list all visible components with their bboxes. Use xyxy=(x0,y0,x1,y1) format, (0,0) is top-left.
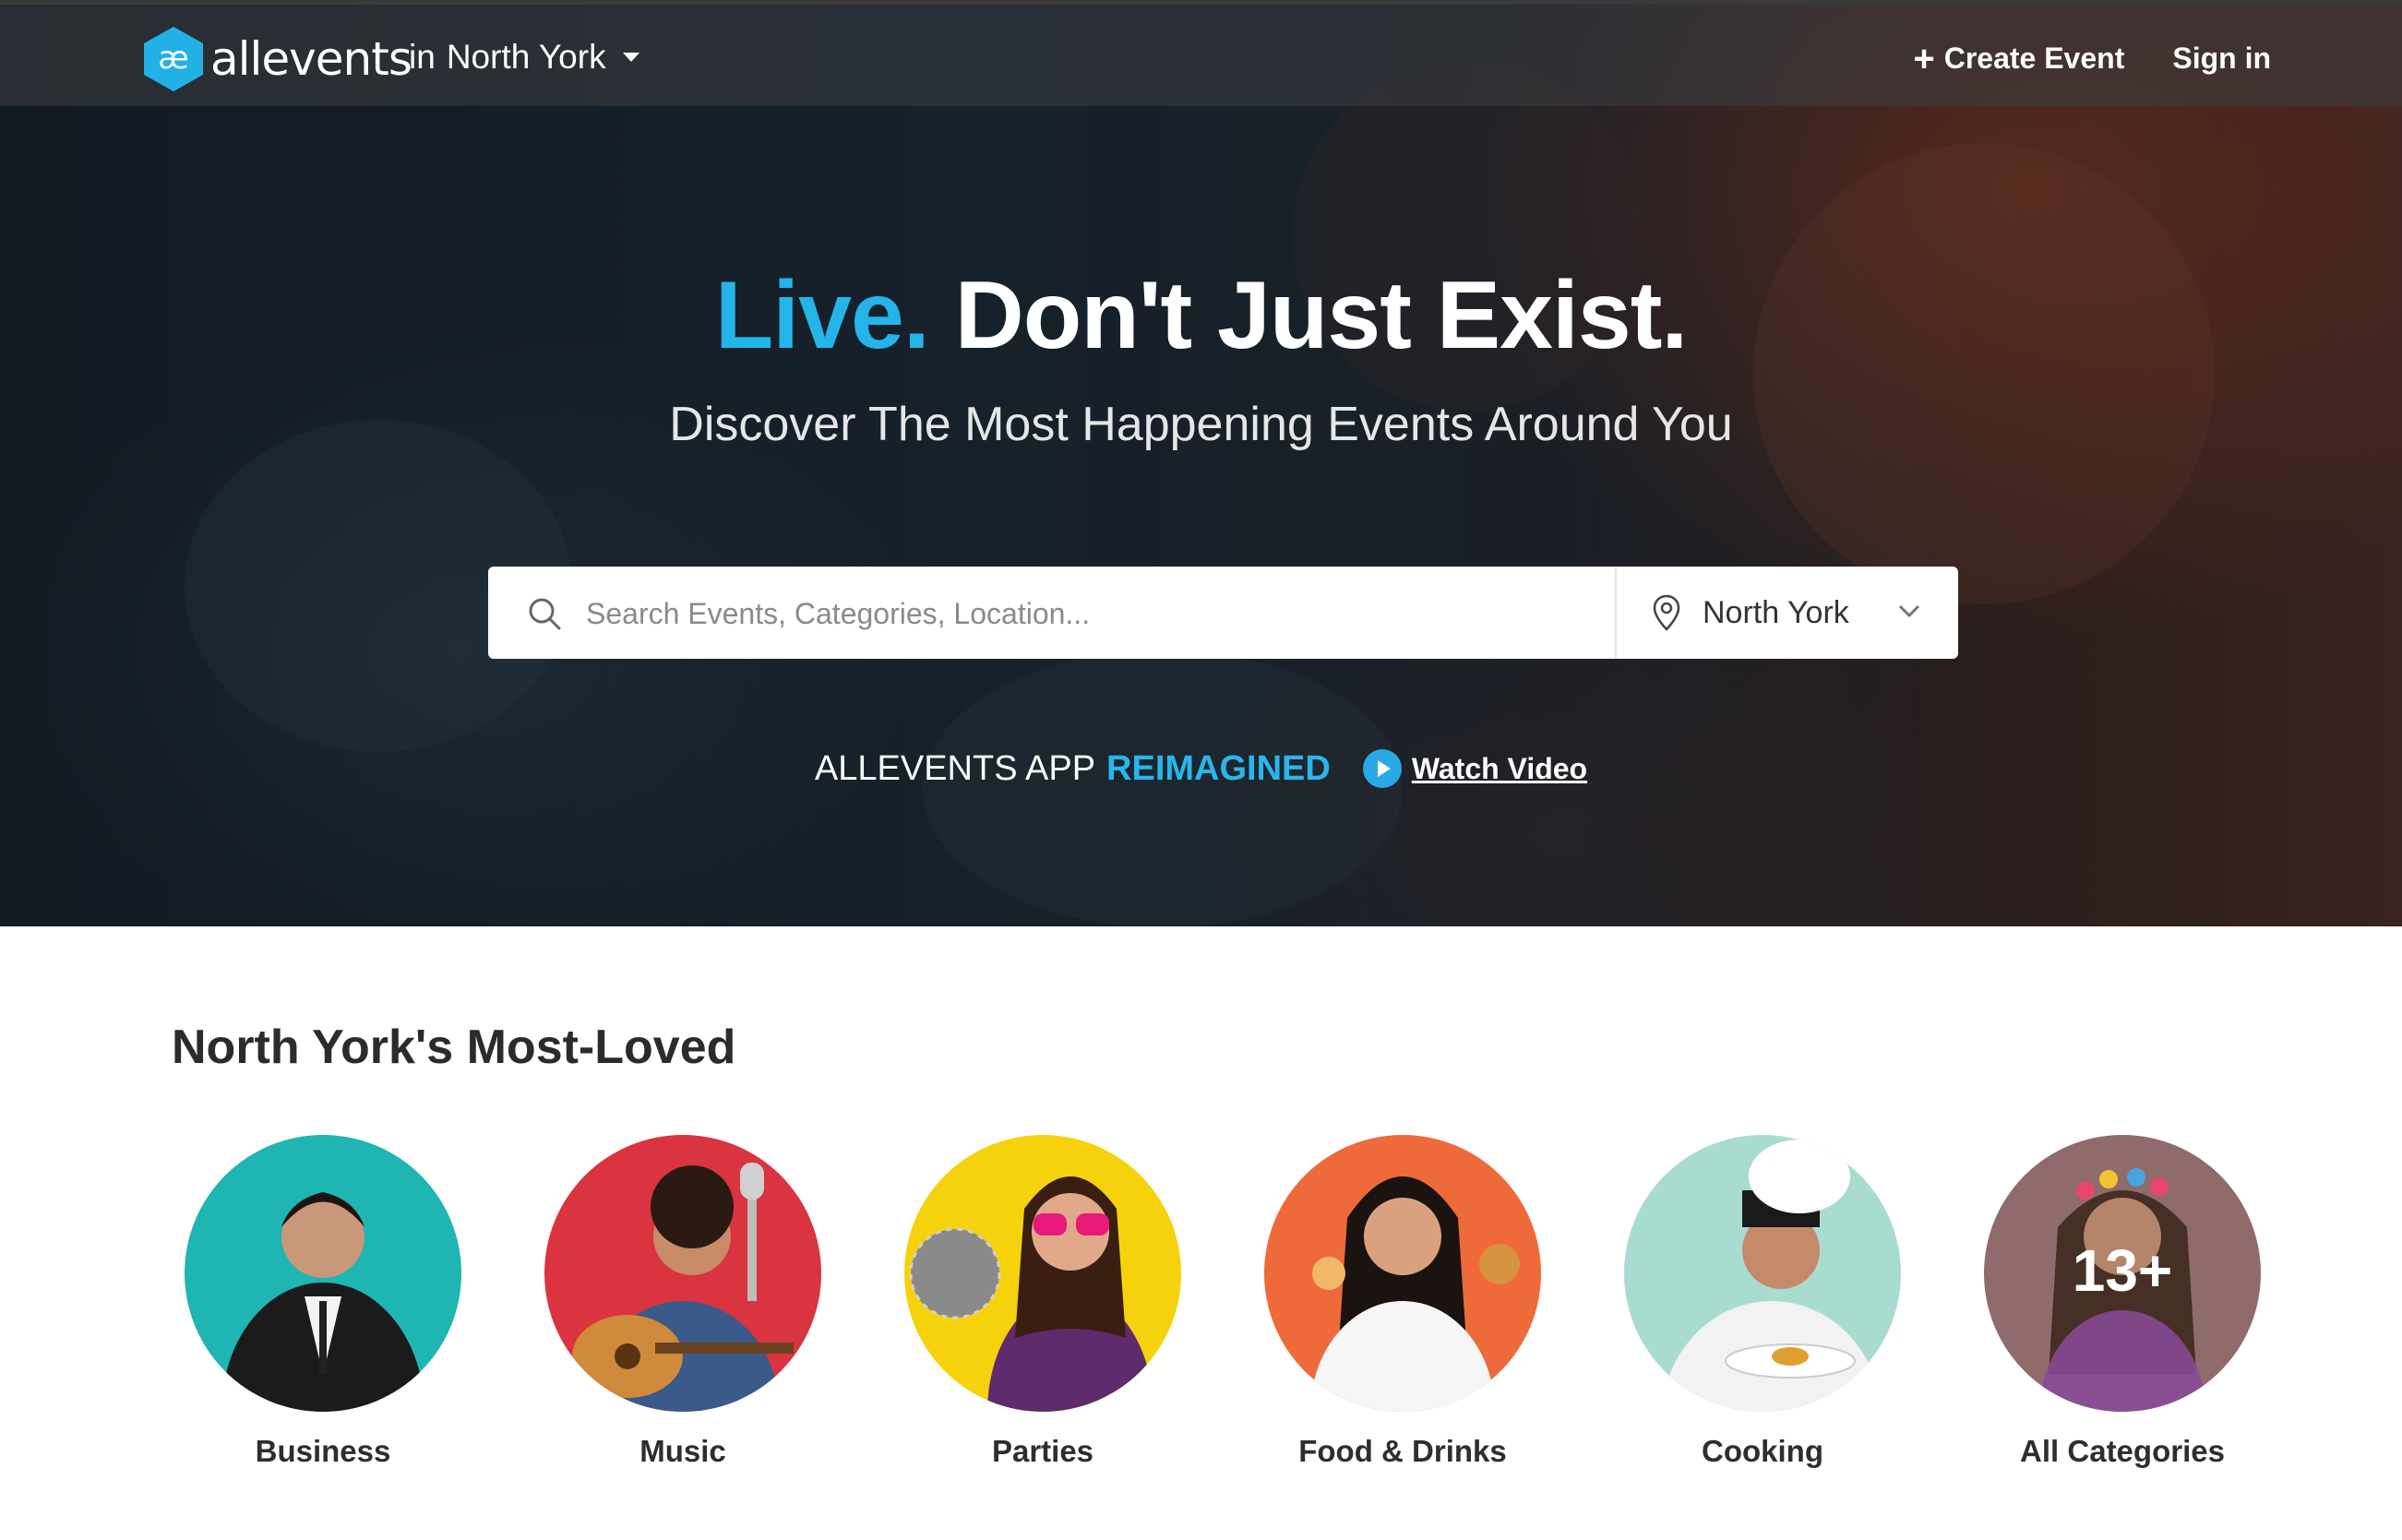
person-icon xyxy=(221,1192,424,1412)
category-parties[interactable]: Parties xyxy=(904,1135,1181,1469)
category-label: Business xyxy=(255,1434,391,1468)
category-label: All Categories xyxy=(2020,1434,2225,1468)
create-event-button[interactable]: + Create Event xyxy=(1913,38,2125,79)
guitarist-icon xyxy=(572,1163,794,1412)
location-value: North York xyxy=(1703,594,1849,630)
watch-video-link[interactable]: Watch Video xyxy=(1362,748,1587,789)
city-prefix: in xyxy=(409,38,436,76)
party-person-icon xyxy=(909,1176,1153,1412)
svg-text:æ: æ xyxy=(158,40,188,77)
sign-in-link[interactable]: Sign in xyxy=(2172,42,2271,76)
search-input[interactable] xyxy=(584,567,1603,661)
search-icon xyxy=(529,598,561,630)
search-bar: North York xyxy=(488,567,1958,661)
category-music[interactable]: Music xyxy=(544,1135,821,1469)
app-promo-highlight: REIMAGINED xyxy=(1106,748,1331,788)
watch-video-label: Watch Video xyxy=(1411,751,1588,785)
hero-banner: æ allevents in North York + Create Event… xyxy=(0,5,2402,926)
city-selector[interactable]: in North York xyxy=(409,38,639,77)
chef-icon xyxy=(1661,1140,1882,1412)
play-icon xyxy=(1362,749,1402,788)
category-label: Cooking xyxy=(1702,1434,1823,1468)
category-business[interactable]: Business xyxy=(185,1135,461,1469)
more-categories-count: 13+ xyxy=(2072,1237,2173,1304)
category-image xyxy=(904,1135,1181,1412)
map-pin-icon xyxy=(1653,594,1680,631)
category-image xyxy=(544,1135,821,1412)
category-image: 13+ xyxy=(1984,1135,2261,1412)
app-promo-text: ALLEVENTS APP xyxy=(814,748,1096,788)
top-navbar: æ allevents in North York + Create Event… xyxy=(0,5,2402,106)
headline-rest: Don't Just Exist. xyxy=(954,262,1689,369)
caret-down-icon xyxy=(622,53,639,62)
app-promo: ALLEVENTS APP REIMAGINED Watch Video xyxy=(0,748,2402,789)
headline-accent: Live. xyxy=(714,262,930,369)
city-name: North York xyxy=(446,38,606,76)
category-label: Food & Drinks xyxy=(1298,1434,1507,1468)
category-label: Music xyxy=(639,1434,726,1468)
category-all[interactable]: 13+ All Categories xyxy=(1984,1135,2261,1469)
allevents-logo[interactable]: æ allevents xyxy=(140,25,412,93)
nav-actions: + Create Event Sign in xyxy=(1913,38,2271,79)
location-dropdown[interactable]: North York xyxy=(1636,567,1958,659)
hero-bg-shape xyxy=(1753,143,2215,604)
hero-headline: Live. Don't Just Exist. xyxy=(0,261,2402,371)
plus-icon: + xyxy=(1913,38,1935,79)
category-image xyxy=(185,1135,461,1412)
food-person-icon xyxy=(1310,1176,1520,1412)
logo-wordmark: allevents xyxy=(210,32,412,86)
create-event-label: Create Event xyxy=(1943,42,2125,75)
category-image xyxy=(1264,1135,1541,1412)
category-cooking[interactable]: Cooking xyxy=(1624,1135,1901,1469)
hero-subheadline: Discover The Most Happening Events Aroun… xyxy=(669,398,1733,451)
category-image xyxy=(1624,1135,1901,1412)
chevron-down-icon xyxy=(1898,604,1920,618)
search-divider xyxy=(1615,567,1617,659)
logo-hexagon-icon: æ xyxy=(144,27,203,91)
category-food-drinks[interactable]: Food & Drinks xyxy=(1264,1135,1541,1469)
category-label: Parties xyxy=(991,1434,1094,1468)
section-title: North York's Most-Loved xyxy=(172,1021,736,1074)
